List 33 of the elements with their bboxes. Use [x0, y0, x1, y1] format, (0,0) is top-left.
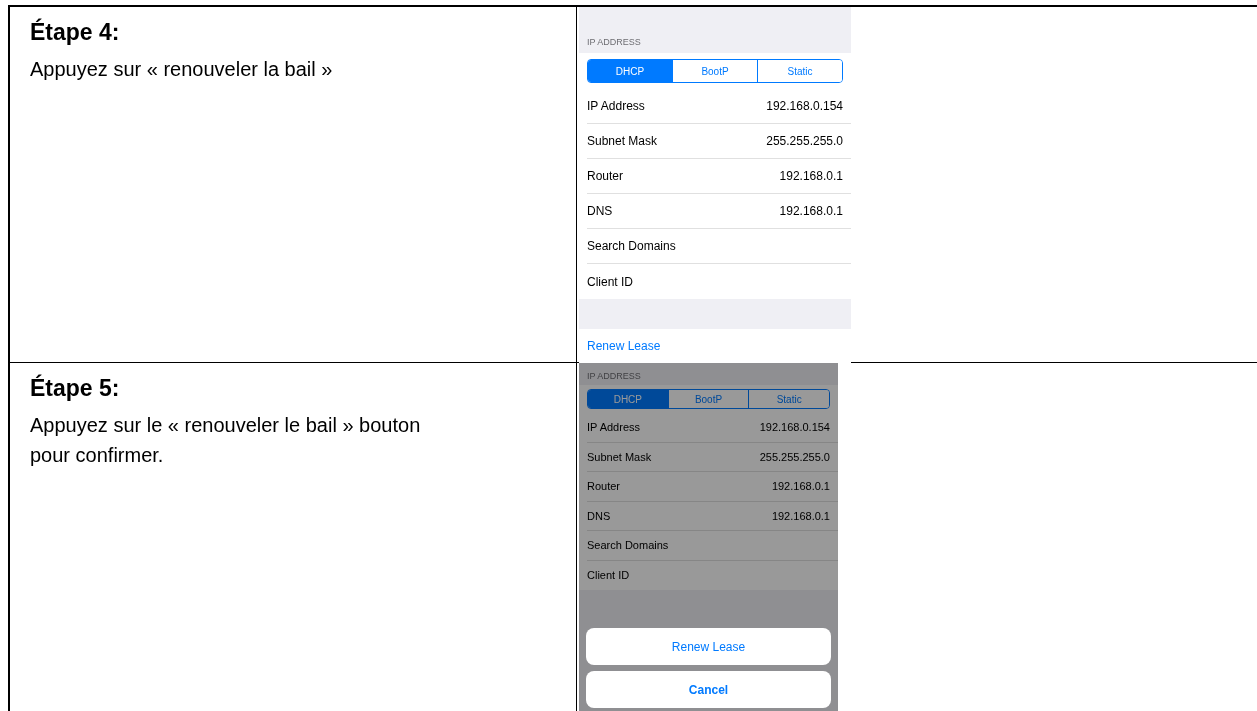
- row-label: Client ID: [587, 273, 633, 291]
- renew-lease-link[interactable]: Renew Lease: [587, 337, 661, 355]
- row-label: IP Address: [587, 98, 645, 115]
- step-title: Étape 5:: [30, 373, 121, 403]
- section-header: IP ADDRESS: [587, 35, 641, 49]
- row-value: 255.255.255.0: [759, 449, 830, 465]
- row-label: Router: [587, 168, 624, 185]
- segment-tab[interactable]: DHCP: [588, 390, 668, 408]
- step-instruction: Appuyez sur le « renouveler le bail » bouton pour confirmer.: [30, 412, 422, 468]
- section-header: IP ADDRESS: [587, 369, 641, 383]
- row-label: Client ID: [587, 568, 630, 583]
- step-instruction: Appuyez sur « renouveler la bail »: [30, 56, 334, 82]
- row-label: Search Domains: [587, 538, 669, 553]
- row-value: 192.168.0.154: [766, 98, 843, 115]
- segment-tab[interactable]: Static: [748, 390, 829, 408]
- row-label: DNS: [587, 203, 613, 220]
- row-label: DNS: [587, 508, 611, 524]
- row-value: 192.168.0.1: [779, 168, 843, 185]
- segment-tab[interactable]: Static: [757, 60, 842, 82]
- row-value: 255.255.255.0: [766, 133, 843, 150]
- action-sheet-button[interactable]: Renew Lease: [586, 628, 831, 665]
- row-value: 192.168.0.154: [759, 420, 830, 435]
- row-label: Subnet Mask: [587, 449, 652, 465]
- row-value: 192.168.0.1: [779, 203, 843, 220]
- step-title: Étape 4:: [30, 17, 121, 47]
- action-sheet-button[interactable]: Cancel: [586, 671, 831, 708]
- row-label: IP Address: [587, 420, 640, 435]
- row-value: 192.168.0.1: [771, 508, 830, 524]
- row-label: Router: [587, 479, 621, 494]
- row-value: 192.168.0.1: [771, 479, 830, 494]
- row-label: Subnet Mask: [587, 133, 658, 150]
- segment-tab[interactable]: DHCP: [588, 60, 672, 82]
- row-label: Search Domains: [587, 238, 676, 255]
